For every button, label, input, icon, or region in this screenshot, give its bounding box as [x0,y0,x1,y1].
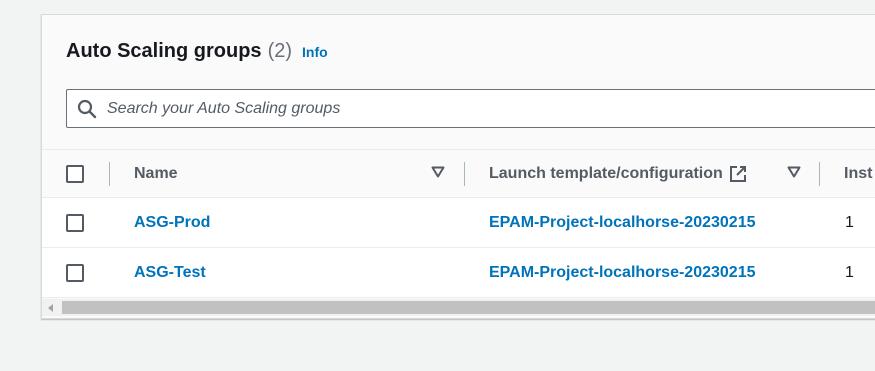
column-header-name[interactable]: Name [134,150,178,197]
asg-name-link[interactable]: ASG-Prod [134,214,210,232]
launch-template-cell: EPAM-Project-localhorse-20230215 [489,248,794,297]
search-input[interactable] [107,99,807,118]
sort-name-button[interactable] [431,150,445,197]
horizontal-scrollbar[interactable] [42,299,875,316]
asg-table: Name Launch template/configuration Inst … [42,149,875,298]
auto-scaling-groups-panel: Auto Scaling groups (2) Info Name [41,14,875,319]
row-checkbox[interactable] [66,263,84,282]
sort-caret-icon [431,165,445,183]
instances-cell: 1 [845,248,854,297]
search-box[interactable] [66,89,875,128]
row-select-cell [66,198,84,247]
column-divider[interactable] [819,162,820,186]
table-row[interactable]: ASG-Test EPAM-Project-localhorse-2023021… [42,248,875,298]
launch-template-cell: EPAM-Project-localhorse-20230215 [489,198,794,247]
column-header-launch-template-label: Launch template/configuration [489,164,723,182]
scroll-left-arrow-icon[interactable] [42,299,60,316]
select-all-cell [66,150,84,197]
column-divider[interactable] [464,162,465,186]
panel-header: Auto Scaling groups (2) Info [66,40,328,63]
asg-name-link[interactable]: ASG-Test [134,264,206,282]
launch-template-link[interactable]: EPAM-Project-localhorse-20230215 [489,248,794,298]
sort-caret-icon [787,165,801,183]
row-select-cell [66,248,84,297]
page-title: Auto Scaling groups [66,40,262,62]
column-header-name-label: Name [134,164,178,182]
table-row[interactable]: ASG-Prod EPAM-Project-localhorse-2023021… [42,198,875,248]
instances-cell: 1 [845,198,854,247]
column-header-instances-label: Inst [844,164,873,182]
instances-value: 1 [845,213,854,231]
sort-launch-template-button[interactable] [787,150,801,197]
launch-template-link[interactable]: EPAM-Project-localhorse-20230215 [489,198,794,248]
info-link[interactable]: Info [302,44,328,60]
external-link-icon [729,165,747,183]
table-header-row: Name Launch template/configuration Inst [42,149,875,198]
column-header-launch-template[interactable]: Launch template/configuration [489,150,747,197]
column-divider [109,162,110,186]
group-count: (2) [267,40,293,62]
scrollbar-thumb[interactable] [62,301,875,314]
instances-value: 1 [845,263,854,281]
column-header-instances[interactable]: Inst [844,150,872,197]
name-cell: ASG-Prod [134,198,210,247]
row-checkbox[interactable] [66,213,84,232]
search-icon [77,98,99,120]
select-all-checkbox[interactable] [66,164,84,183]
name-cell: ASG-Test [134,248,206,297]
